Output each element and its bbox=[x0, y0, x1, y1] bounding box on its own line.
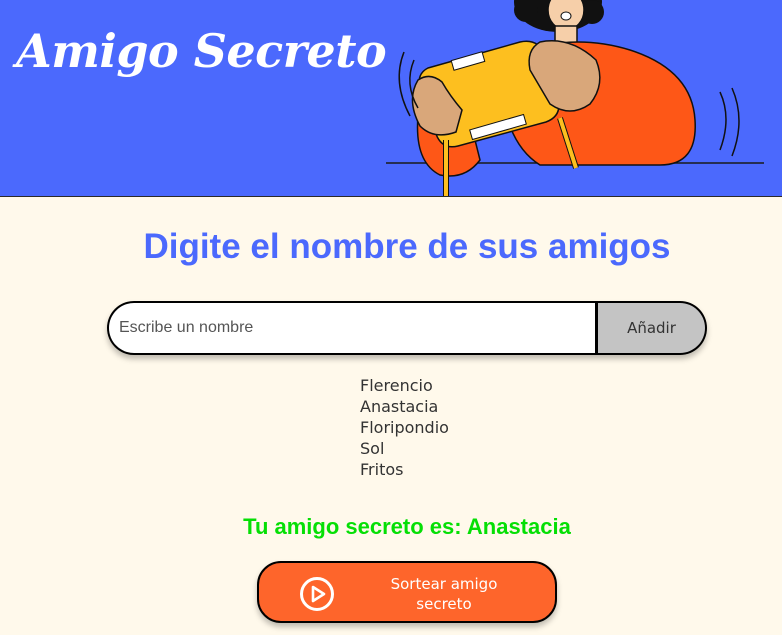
section-title: Digite el nombre de sus amigos bbox=[143, 227, 671, 266]
main-content: Digite el nombre de sus amigos Añadir Fl… bbox=[0, 197, 782, 635]
add-button[interactable]: Añadir bbox=[595, 301, 707, 355]
page-header: Amigo Secreto bbox=[0, 0, 782, 197]
app-title: Amigo Secreto bbox=[16, 24, 387, 78]
person-gaming-illustration bbox=[386, 0, 764, 196]
result-list: Tu amigo secreto es: Anastacia bbox=[0, 514, 782, 540]
friend-item: Floripondio bbox=[360, 418, 449, 437]
friend-item: Sol bbox=[360, 439, 385, 458]
friend-item: Flerencio bbox=[360, 376, 433, 395]
friends-list: Flerencio Anastacia Floripondio Sol Frit… bbox=[360, 375, 449, 480]
play-circle-icon bbox=[300, 577, 334, 611]
friend-item: Fritos bbox=[360, 460, 404, 479]
draw-secret-friend-button[interactable]: Sortear amigo secreto bbox=[257, 561, 557, 623]
add-friend-form: Añadir bbox=[107, 301, 707, 355]
friend-name-input[interactable] bbox=[107, 301, 595, 355]
friend-item: Anastacia bbox=[360, 397, 439, 416]
draw-button-label: Sortear amigo secreto bbox=[390, 575, 498, 613]
result-text: Tu amigo secreto es: Anastacia bbox=[243, 514, 571, 539]
